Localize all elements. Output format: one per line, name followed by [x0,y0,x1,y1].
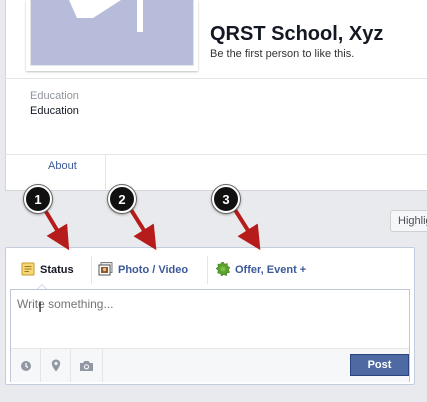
arrow-to-offer [230,203,261,251]
step-badge-2: 2 [108,185,136,213]
step-badge-3: 3 [212,185,240,213]
step-badge-1: 1 [24,185,52,213]
arrow-to-photo [126,203,157,251]
